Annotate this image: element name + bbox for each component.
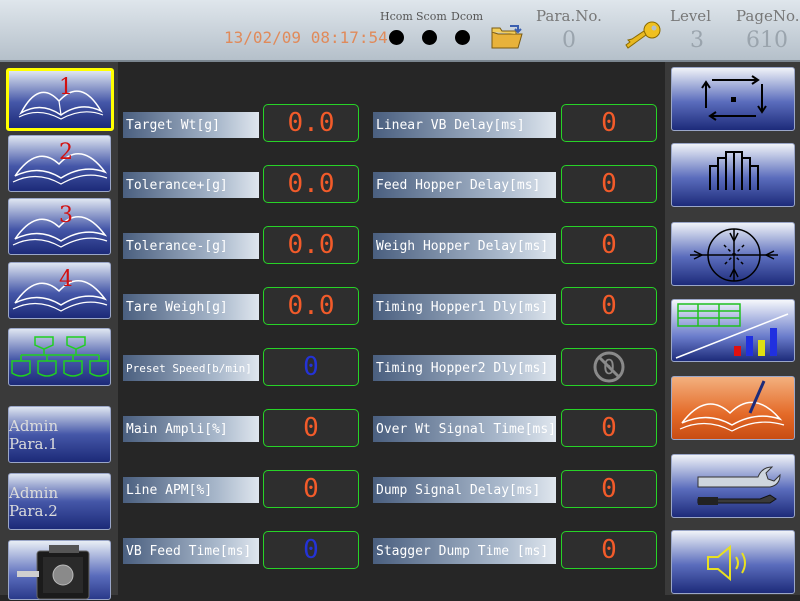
stepper-motor-icon xyxy=(17,545,90,600)
speaker-icon xyxy=(707,544,746,582)
main-ampli-field[interactable]: 0 xyxy=(263,409,359,447)
dcom-status-icon xyxy=(455,30,470,45)
dump-signal-delay-field[interactable]: 0 xyxy=(561,470,657,508)
main-ampli-label: Main Ampli[%] xyxy=(123,416,259,442)
hcom-status-icon xyxy=(389,30,404,45)
open-folder-icon[interactable] xyxy=(490,24,524,50)
tools-icon xyxy=(697,466,781,505)
stagger-dump-time-label: Stagger Dump Time [ms] xyxy=(373,538,556,564)
disabled-icon: 0 xyxy=(593,351,625,383)
weigh-hopper-delay-field[interactable]: 0 xyxy=(561,226,657,264)
hopper-layout-button[interactable] xyxy=(8,328,111,386)
linear-vb-delay-field[interactable]: 0 xyxy=(561,104,657,142)
line-apm-field[interactable]: 0 xyxy=(263,470,359,508)
preset-speed-label: Preset Speed[b/min] xyxy=(123,355,259,381)
sound-button[interactable] xyxy=(671,530,795,594)
scom-label: Scom xyxy=(416,10,447,23)
tolerance-minus-label: Tolerance-[g] xyxy=(123,233,259,259)
weigh-hopper-delay-label: Weigh Hopper Delay[ms] xyxy=(373,233,556,259)
param-page-2-button[interactable]: 2 xyxy=(8,135,111,192)
timing-hopper1-delay-label: Timing Hopper1 Dly[ms] xyxy=(373,294,556,320)
page-number-label: 4 xyxy=(59,267,73,292)
timing-hopper2-delay-label: Timing Hopper2 Dly[ms] xyxy=(373,355,556,381)
dump-signal-delay-label: Dump Signal Delay[ms] xyxy=(373,477,556,503)
page-number-label: 2 xyxy=(59,140,73,165)
param-page-3-button[interactable]: 3 xyxy=(8,198,111,255)
vb-feed-time-field[interactable]: 0 xyxy=(263,531,359,569)
statistics-button[interactable] xyxy=(671,299,795,362)
key-icon[interactable] xyxy=(622,20,662,52)
hopper-bank-icon xyxy=(709,151,759,190)
param-page-4-button[interactable]: 4 xyxy=(8,262,111,319)
tare-weigh-field[interactable]: 0.0 xyxy=(263,287,359,325)
target-weight-field[interactable]: 0.0 xyxy=(263,104,359,142)
target-weight-label: Target Wt[g] xyxy=(123,112,259,138)
tolerance-minus-field[interactable]: 0.0 xyxy=(263,226,359,264)
admin-para-2-button[interactable]: Admin Para.2 xyxy=(8,473,111,530)
param-page-1-button[interactable]: 1 xyxy=(6,68,114,131)
admin-para-1-button[interactable]: Admin Para.1 xyxy=(8,406,111,463)
calibration-target-icon xyxy=(690,228,778,282)
tolerance-plus-field[interactable]: 0.0 xyxy=(263,165,359,203)
statistics-chart-icon xyxy=(675,303,789,359)
motor-settings-button[interactable] xyxy=(8,540,111,600)
over-wt-signal-time-label: Over Wt Signal Time[ms] xyxy=(373,416,556,442)
header-bar: 13/02/09 08:17:54 Hcom Scom Dcom Para.No… xyxy=(0,0,800,62)
page-number-label: 1 xyxy=(59,75,73,100)
cycle-arrows-icon xyxy=(701,75,767,121)
hopper-bank-button[interactable] xyxy=(671,143,795,207)
svg-text:0: 0 xyxy=(603,355,615,379)
page-no-value: 610 xyxy=(746,28,788,53)
timing-hopper1-delay-field[interactable]: 0 xyxy=(561,287,657,325)
run-cycle-button[interactable] xyxy=(671,67,795,131)
calibration-button[interactable] xyxy=(671,222,795,286)
feed-hopper-delay-field[interactable]: 0 xyxy=(561,165,657,203)
para-no-label: Para.No. xyxy=(536,7,602,25)
line-apm-label: Line APM[%] xyxy=(123,477,259,503)
vb-feed-time-label: VB Feed Time[ms] xyxy=(123,538,259,564)
edit-book-icon xyxy=(679,380,785,432)
edit-parameters-button[interactable] xyxy=(671,376,795,440)
datetime: 13/02/09 08:17:54 xyxy=(224,28,388,47)
dcom-label: Dcom xyxy=(451,10,484,23)
over-wt-signal-time-field[interactable]: 0 xyxy=(561,409,657,447)
level-value: 3 xyxy=(690,28,704,53)
hcom-label: Hcom xyxy=(380,10,413,23)
stagger-dump-time-field[interactable]: 0 xyxy=(561,531,657,569)
para-no-value: 0 xyxy=(562,28,576,53)
tare-weigh-label: Tare Weigh[g] xyxy=(123,294,259,320)
page-no-label: PageNo. xyxy=(736,7,800,25)
hopper-tree-icon xyxy=(11,336,109,377)
timing-hopper2-delay-field: 0 xyxy=(561,348,657,386)
tools-button[interactable] xyxy=(671,454,795,518)
level-label: Level xyxy=(670,7,711,25)
feed-hopper-delay-label: Feed Hopper Delay[ms] xyxy=(373,172,556,198)
preset-speed-field[interactable]: 0 xyxy=(263,348,359,386)
page-number-label: 3 xyxy=(59,203,73,228)
tolerance-plus-label: Tolerance+[g] xyxy=(123,172,259,198)
scom-status-icon xyxy=(422,30,437,45)
linear-vb-delay-label: Linear VB Delay[ms] xyxy=(373,112,556,138)
